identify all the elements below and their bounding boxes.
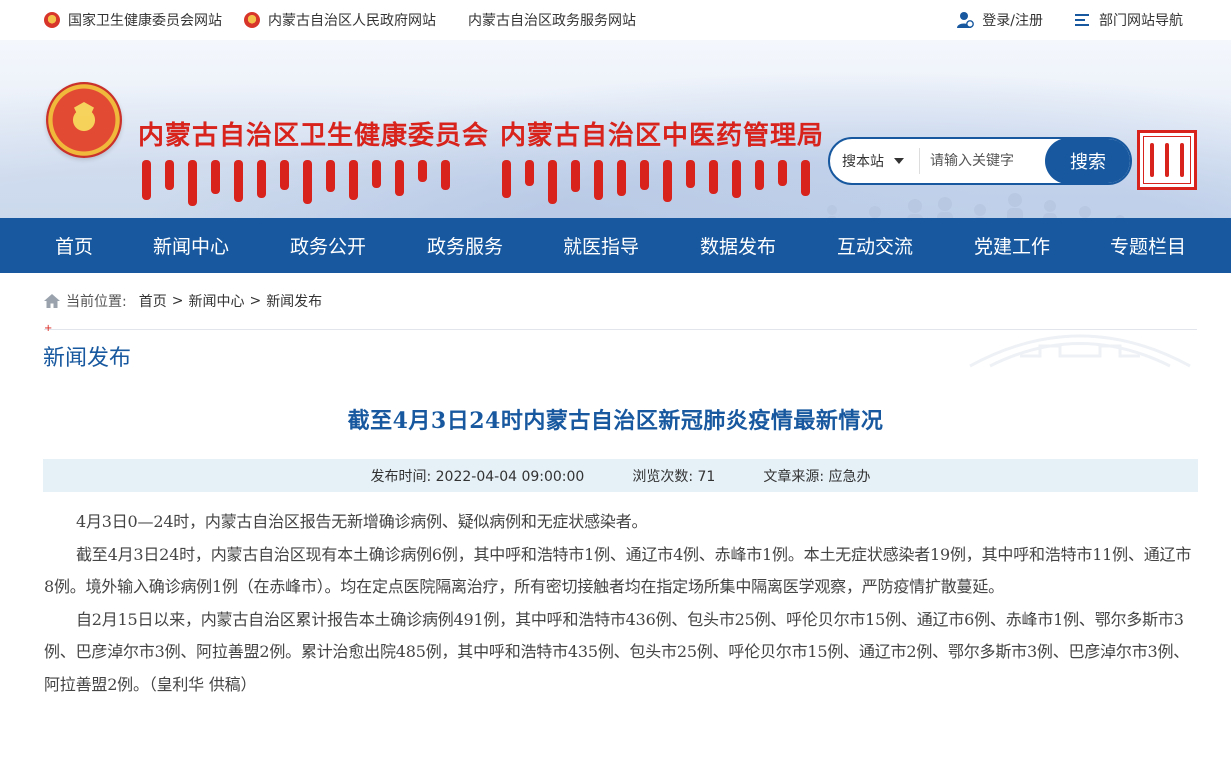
national-emblem-logo [46, 82, 122, 158]
top-link-label: 内蒙古自治区人民政府网站 [268, 13, 436, 29]
top-link-gov-service[interactable]: 内蒙古自治区政务服务网站 [468, 10, 636, 30]
site-title-tcm-bureau: 内蒙古自治区中医药管理局 [500, 121, 825, 151]
user-icon [957, 12, 975, 28]
top-link-label: 国家卫生健康委员会网站 [68, 13, 222, 29]
home-icon [44, 294, 60, 308]
article-paragraph: 4月3日0—24时，内蒙古自治区报告无新增确诊病例、疑似病例和无症状感染者。 [76, 512, 648, 531]
menu-icon [1075, 14, 1089, 26]
people-silhouette-illustration [827, 193, 1125, 218]
search-scope-select[interactable]: 搜本站 [830, 148, 920, 174]
nav-item-news-center[interactable]: 新闻中心 [153, 232, 290, 259]
decorative-pattern [969, 334, 1191, 368]
top-link-nmg-gov[interactable]: 内蒙古自治区人民政府网站 [244, 10, 436, 30]
breadcrumb-separator: > [249, 293, 262, 309]
view-count: 浏览次数: 71 [632, 468, 716, 485]
breadcrumb-news-center[interactable]: 新闻中心 [188, 291, 244, 311]
breadcrumb-news-release[interactable]: 新闻发布 [266, 291, 322, 311]
dept-nav-label: 部门网站导航 [1099, 13, 1183, 29]
nav-item-special-columns[interactable]: 专题栏目 [1110, 232, 1186, 259]
header-banner: 内蒙古自治区卫生健康委员会 内蒙古自治区中医药管理局 搜本站 搜索 [0, 40, 1231, 218]
nav-item-data-release[interactable]: 数据发布 [700, 232, 837, 259]
top-link-nhc[interactable]: 国家卫生健康委员会网站 [44, 10, 222, 30]
nav-item-gov-affairs[interactable]: 政务公开 [290, 232, 427, 259]
nav-item-home[interactable]: 首页 [55, 232, 153, 259]
caret-down-icon [894, 158, 904, 164]
plus-marker: + [44, 323, 53, 334]
breadcrumb-label: 当前位置: [66, 294, 127, 310]
search-button[interactable]: 搜索 [1045, 139, 1130, 183]
login-label: 登录/注册 [982, 13, 1043, 29]
article-paragraph: 自2月15日以来，内蒙古自治区累计报告本土确诊病例491例，其中呼和浩特市436… [44, 609, 1190, 694]
search-input[interactable] [920, 153, 1045, 169]
national-emblem-icon [44, 12, 60, 28]
login-register-link[interactable]: 登录/注册 [956, 10, 1043, 30]
top-links: 国家卫生健康委员会网站 内蒙古自治区人民政府网站 内蒙古自治区政务服务网站 [44, 10, 658, 30]
search-bar: 搜本站 搜索 [828, 137, 1132, 185]
site-title-health-commission: 内蒙古自治区卫生健康委员会 [138, 121, 490, 151]
top-link-label: 内蒙古自治区政务服务网站 [468, 13, 636, 29]
article-body: 4月3日0—24时，内蒙古自治区报告无新增确诊病例、疑似病例和无症状感染者。 截… [44, 506, 1197, 701]
mongolian-script-title-2 [502, 160, 810, 214]
nav-item-gov-services[interactable]: 政务服务 [427, 232, 563, 259]
mongolian-seal-logo [1137, 130, 1197, 190]
top-bar: 国家卫生健康委员会网站 内蒙古自治区人民政府网站 内蒙古自治区政务服务网站 登录… [0, 0, 1231, 40]
national-emblem-icon [244, 12, 260, 28]
nav-item-party-building[interactable]: 党建工作 [974, 232, 1110, 259]
article-paragraph: 截至4月3日24时，内蒙古自治区现有本土确诊病例6例，其中呼和浩特市1例、通辽市… [44, 544, 1192, 597]
main-nav: 首页 新闻中心 政务公开 政务服务 就医指导 数据发布 互动交流 党建工作 专题… [0, 218, 1231, 273]
breadcrumb-home[interactable]: 首页 [139, 291, 167, 311]
mongolian-script-title-1 [142, 160, 450, 214]
nav-item-interaction[interactable]: 互动交流 [837, 232, 974, 259]
search-scope-label: 搜本站 [842, 154, 884, 170]
seal-inner [1143, 136, 1191, 184]
article-title: 截至4月3日24时内蒙古自治区新冠肺炎疫情最新情况 [347, 408, 884, 434]
article-meta-bar: 发布时间: 2022-04-04 09:00:00 浏览次数: 71 文章来源:… [43, 459, 1198, 492]
breadcrumb-separator: > [171, 293, 184, 309]
dept-nav-link[interactable]: 部门网站导航 [1073, 10, 1183, 30]
nav-item-medical-guide[interactable]: 就医指导 [563, 232, 700, 259]
publish-time: 发布时间: 2022-04-04 09:00:00 [370, 468, 585, 485]
top-right-links: 登录/注册 部门网站导航 [926, 10, 1183, 30]
article-source: 文章来源: 应急办 [763, 468, 871, 485]
